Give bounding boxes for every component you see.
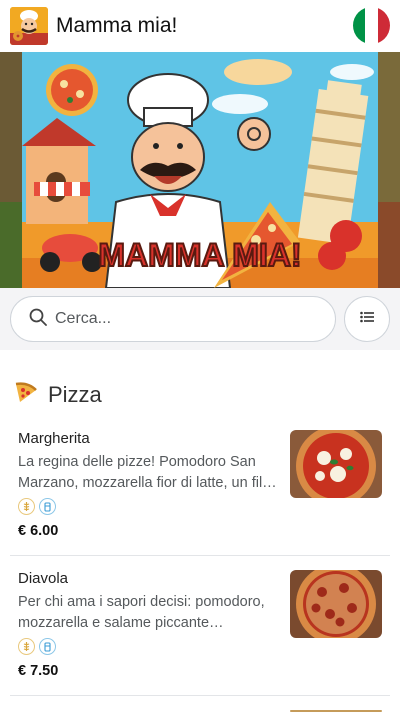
dairy-icon xyxy=(39,638,56,655)
chef-pizza-logo[interactable] xyxy=(10,7,48,45)
item-price: € 6.00 xyxy=(18,523,59,539)
list-icon xyxy=(360,310,374,328)
item-price: € 7.50 xyxy=(18,663,59,679)
search-bar xyxy=(0,288,400,350)
category-title: Pizza xyxy=(48,381,102,407)
menu-item[interactable] xyxy=(10,696,390,712)
app-title: Mamma mia! xyxy=(56,14,178,37)
banner-text: MAMMA MIA! xyxy=(98,237,301,273)
top-bar: Mamma mia! xyxy=(0,0,400,52)
list-view-button[interactable] xyxy=(344,296,390,342)
search-icon xyxy=(29,308,47,331)
category-header: Pizza xyxy=(14,380,102,409)
flag-red-band xyxy=(377,7,390,44)
pizza-slice-icon xyxy=(14,380,38,409)
cartoon-chef-banner: MAMMA MIA! xyxy=(0,52,400,288)
item-description: La regina delle pizze! Pomodoro San Marz… xyxy=(18,454,277,491)
menu-item[interactable]: Margherita La regina delle pizze! Pomodo… xyxy=(10,416,390,556)
flag-white-band xyxy=(365,7,378,44)
item-name: Margherita xyxy=(18,430,90,447)
search-field[interactable] xyxy=(10,296,336,342)
flag-green-band xyxy=(353,7,366,44)
dairy-icon xyxy=(39,498,56,515)
allergen-tags xyxy=(18,498,56,515)
diavola-pizza-photo[interactable] xyxy=(290,570,382,638)
search-input[interactable] xyxy=(55,310,315,328)
margherita-pizza-photo[interactable] xyxy=(290,430,382,498)
item-name: Diavola xyxy=(18,570,69,587)
allergen-tags xyxy=(18,638,56,655)
menu-item[interactable]: Diavola Per chi ama i sapori decisi: pom… xyxy=(10,556,390,696)
italian-flag-icon[interactable] xyxy=(353,7,390,44)
item-description: Per chi ama i sapori decisi: pomodoro, m… xyxy=(18,594,265,631)
gluten-icon xyxy=(18,638,35,655)
hero-banner: MAMMA MIA! xyxy=(0,52,400,288)
gluten-icon xyxy=(18,498,35,515)
